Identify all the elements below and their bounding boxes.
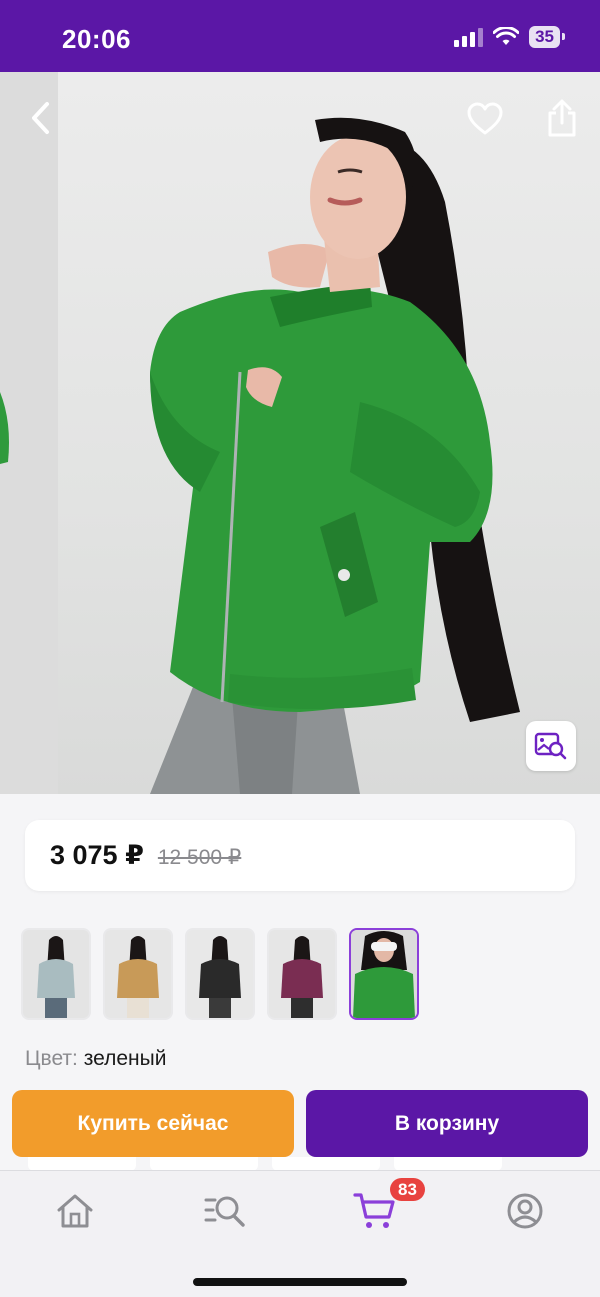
color-value: зеленый <box>83 1047 167 1070</box>
status-time: 20:06 <box>62 24 131 54</box>
size-options-partial <box>0 1157 600 1171</box>
home-icon <box>57 1194 93 1228</box>
visual-search-button[interactable] <box>526 721 576 771</box>
variant-photo <box>105 930 171 1018</box>
variant-photo <box>351 930 417 1018</box>
back-button[interactable] <box>18 96 62 140</box>
share-icon <box>548 99 576 137</box>
image-search-icon <box>534 732 567 760</box>
old-price: 12 500 ₽ <box>157 846 242 869</box>
variant-thumbnail[interactable] <box>185 928 255 1020</box>
tab-catalog[interactable] <box>202 1188 248 1234</box>
color-variants <box>21 928 419 1020</box>
color-info: Цвет: зеленый <box>25 1047 166 1071</box>
tab-profile[interactable] <box>502 1188 548 1234</box>
variant-thumbnail[interactable] <box>267 928 337 1020</box>
battery-indicator: 35 <box>529 26 565 48</box>
cart-icon <box>353 1193 395 1228</box>
variant-thumbnail[interactable] <box>21 928 91 1020</box>
color-label: Цвет: <box>25 1047 78 1070</box>
status-bar: 20:06 35 <box>0 0 600 72</box>
variant-photo <box>23 930 89 1018</box>
price-card: 3 075 ₽ 12 500 ₽ <box>25 820 575 891</box>
buy-now-button[interactable]: Купить сейчас <box>12 1090 294 1157</box>
home-indicator <box>193 1278 407 1286</box>
add-to-cart-button[interactable]: В корзину <box>306 1090 588 1157</box>
cart-badge: 83 <box>390 1178 425 1201</box>
variant-photo <box>269 930 335 1018</box>
heart-icon <box>467 102 503 135</box>
variant-thumbnail-selected[interactable] <box>349 928 419 1020</box>
wifi-icon <box>493 27 520 45</box>
chevron-left-icon <box>32 102 49 134</box>
cellular-signal-icon <box>454 27 484 47</box>
catalog-search-icon <box>204 1196 245 1227</box>
status-icons: 35 <box>454 26 565 48</box>
profile-icon <box>507 1193 543 1229</box>
current-price: 3 075 ₽ <box>50 840 144 870</box>
tab-home[interactable] <box>52 1188 98 1234</box>
share-button[interactable] <box>540 94 584 142</box>
product-details: 3 075 ₽ 12 500 ₽ Цвет: зеленый Купить се… <box>0 794 600 1174</box>
favorite-button[interactable] <box>462 96 508 142</box>
variant-photo <box>187 930 253 1018</box>
product-photo <box>0 72 520 794</box>
variant-thumbnail[interactable] <box>103 928 173 1020</box>
product-image[interactable] <box>0 72 600 794</box>
